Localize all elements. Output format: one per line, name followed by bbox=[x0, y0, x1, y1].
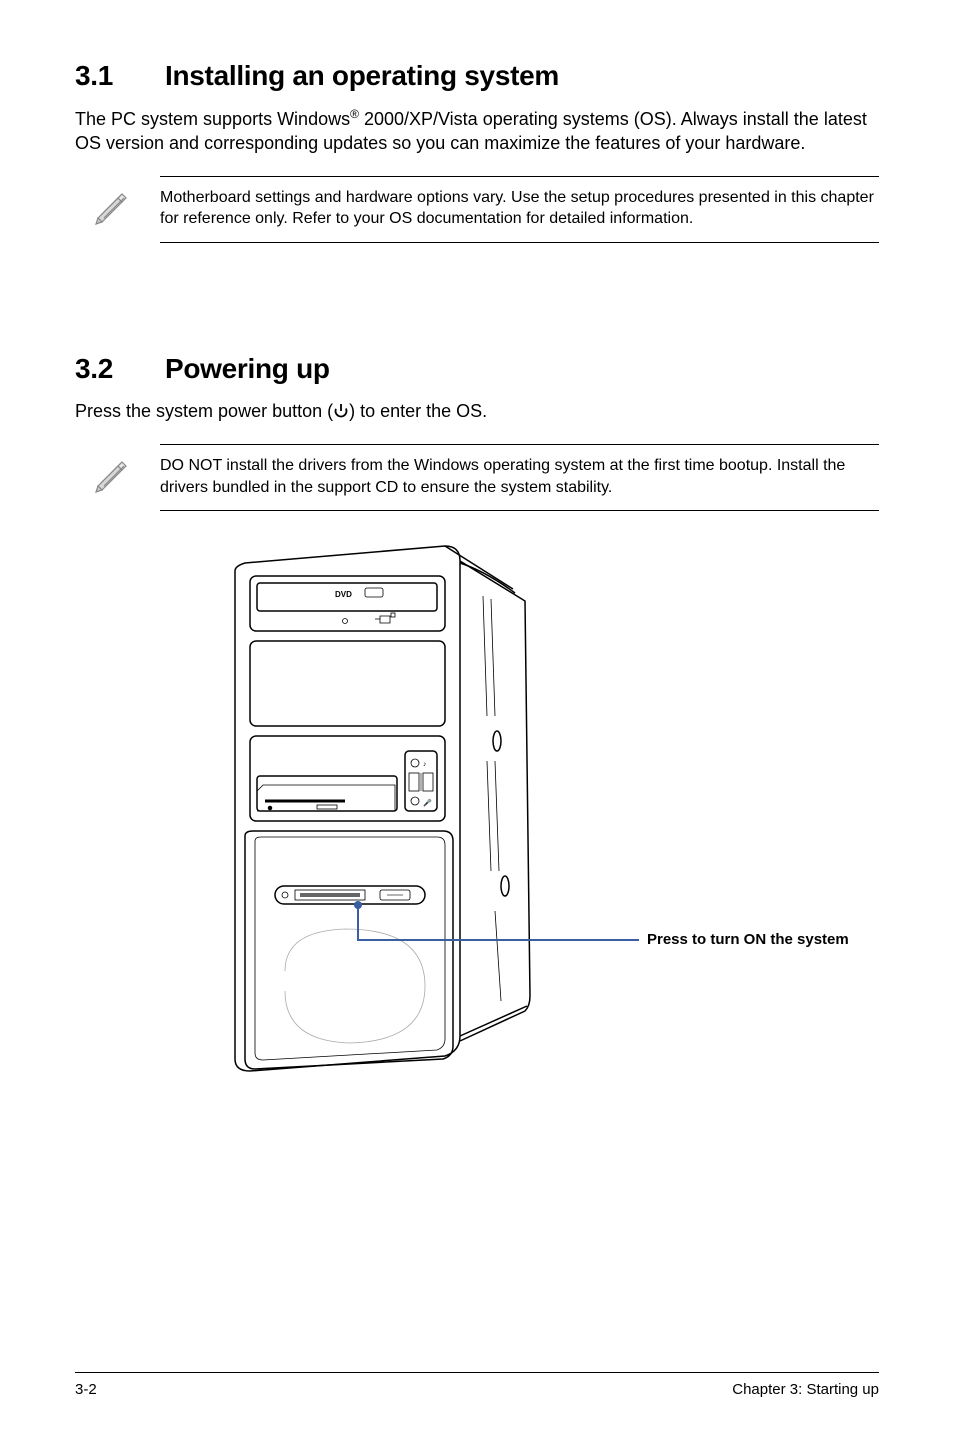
section-number: 3.1 bbox=[75, 60, 165, 92]
body-text-post: ) to enter the OS. bbox=[349, 401, 487, 421]
page-footer: 3-2 Chapter 3: Starting up bbox=[75, 1372, 879, 1398]
section-31-body: The PC system supports Windows® 2000/XP/… bbox=[75, 106, 879, 156]
note-block-31: Motherboard settings and hardware option… bbox=[90, 176, 879, 243]
section-heading-31: 3.1Installing an operating system bbox=[75, 60, 879, 92]
callout-line bbox=[357, 939, 639, 941]
body-text-pre: Press the system power button ( bbox=[75, 401, 333, 421]
section-title: Powering up bbox=[165, 353, 330, 384]
callout-line-vertical bbox=[357, 905, 359, 939]
pencil-note-icon bbox=[90, 176, 160, 243]
svg-text:♪: ♪ bbox=[423, 761, 427, 768]
section-32-body: Press the system power button ( ) to ente… bbox=[75, 399, 879, 424]
chapter-label: Chapter 3: Starting up bbox=[732, 1381, 879, 1398]
pc-tower-diagram: DVD ♪ 🎤 bbox=[195, 541, 895, 1101]
registered-mark: ® bbox=[350, 107, 359, 121]
note-text: Motherboard settings and hardware option… bbox=[160, 176, 879, 243]
note-text: DO NOT install the drivers from the Wind… bbox=[160, 444, 879, 511]
section-heading-32: 3.2Powering up bbox=[75, 353, 879, 385]
power-icon bbox=[333, 400, 349, 424]
body-text-pre: The PC system supports Windows bbox=[75, 109, 350, 129]
pencil-note-icon bbox=[90, 444, 160, 511]
section-number: 3.2 bbox=[75, 353, 165, 385]
page-number: 3-2 bbox=[75, 1381, 97, 1398]
svg-text:🎤: 🎤 bbox=[423, 798, 432, 807]
svg-text:DVD: DVD bbox=[335, 590, 352, 599]
section-title: Installing an operating system bbox=[165, 60, 559, 91]
note-block-32: DO NOT install the drivers from the Wind… bbox=[90, 444, 879, 511]
callout-label: Press to turn ON the system bbox=[647, 931, 849, 948]
